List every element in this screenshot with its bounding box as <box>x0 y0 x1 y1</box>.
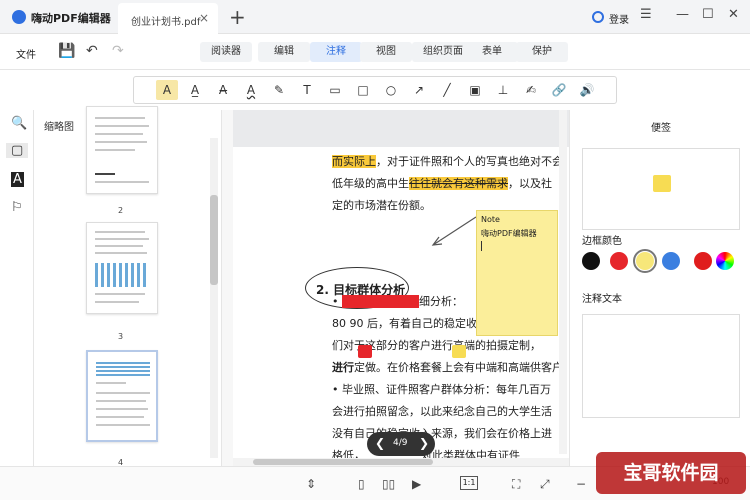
double-page-icon[interactable]: ▯▯ <box>382 477 395 491</box>
color-picker-icon[interactable] <box>716 252 734 270</box>
text-icon[interactable]: A <box>11 172 24 187</box>
new-tab-icon[interactable]: + <box>229 5 246 29</box>
document-tab-label: 创业计划书.pdf <box>131 17 201 28</box>
doc-line: • 婚纱照客户群体细分析： <box>332 295 463 308</box>
text-cursor <box>481 241 482 251</box>
note-marker-icon[interactable] <box>452 345 466 358</box>
panel-title: 便签 <box>651 123 671 134</box>
tab-form[interactable]: 表单 <box>466 42 518 62</box>
thumbnail-panel: 缩略图 2 3 4 <box>34 106 222 467</box>
sticky-note-popup[interactable]: Note 嗨动PDF编辑器 <box>476 210 558 336</box>
zoom-out-icon[interactable]: − <box>576 477 586 491</box>
document-tab[interactable]: 创业计划书.pdf × <box>118 3 218 34</box>
app-name: 嗨动PDF编辑器 <box>31 12 111 25</box>
doc-line: 80 90 后，有着自己的稳定收入 <box>332 317 488 330</box>
line-tool-icon[interactable]: ╱ <box>436 80 458 100</box>
note-tool-icon[interactable]: ▭ <box>324 80 346 100</box>
color-swatch-custom[interactable] <box>694 252 712 270</box>
tab-organize-pages[interactable]: 组织页面 <box>412 42 474 62</box>
single-page-icon[interactable]: ▯ <box>358 477 365 491</box>
watermark: 宝哥软件园 <box>596 452 746 494</box>
app-logo-icon <box>12 10 26 24</box>
squiggly-tool-icon[interactable]: A <box>240 80 262 100</box>
highlight-tool-icon[interactable]: A <box>156 80 178 100</box>
text-tool-icon[interactable]: T <box>296 80 318 100</box>
title-bar: 嗨动PDF编辑器 创业计划书.pdf × + 登录 ☰ — ☐ ✕ <box>0 0 750 34</box>
color-swatch-yellow[interactable] <box>633 249 657 273</box>
link-tool-icon[interactable]: 🔗 <box>548 80 570 100</box>
doc-line: 没有自己的稳定收入来源，我们会在价格上进 <box>332 427 552 440</box>
undo-icon[interactable]: ↶ <box>86 43 98 59</box>
underline-tool-icon[interactable]: A̲ <box>184 80 206 100</box>
save-icon[interactable]: 💾 <box>58 43 75 59</box>
doc-line: • 毕业照、证件照客户群体分析：每年几百万 <box>332 383 551 396</box>
color-swatch-blue[interactable] <box>662 252 680 270</box>
fullscreen-icon[interactable]: ⤢ <box>540 477 550 492</box>
thumbnail-panel-title: 缩略图 <box>44 122 74 133</box>
strikethrough-tool-icon[interactable]: A̶ <box>212 80 234 100</box>
fit-height-icon[interactable]: ⇕ <box>306 477 316 491</box>
image-tool-icon[interactable]: ▣ <box>464 80 486 100</box>
crop-icon[interactable]: ⛶ <box>512 477 520 492</box>
maximize-icon[interactable]: ☐ <box>702 7 714 22</box>
document-area: 而实际上，对于证件照和个人的写真也绝对不会 低年级的高中生往往就会有这种需求，以… <box>233 110 569 466</box>
thumbnail-page-2[interactable] <box>86 106 158 194</box>
doc-line: 进行定做。在价格套餐上会有中端和高端供客户 <box>332 361 563 374</box>
annotation-toolbar: A A̲ A̶ A ✎ T ▭ □ ○ ↗ ╱ ▣ ⊥ ✍ 🔗 🔊 <box>133 76 617 104</box>
thumbnail-page-4[interactable] <box>86 350 158 442</box>
next-page-icon[interactable]: ❯ <box>419 436 429 450</box>
tab-edit[interactable]: 编辑 <box>258 42 310 62</box>
menu-icon[interactable]: ☰ <box>640 7 652 22</box>
search-icon[interactable]: 🔍 <box>11 116 27 131</box>
thumbnail-page-3[interactable] <box>86 222 158 314</box>
user-icon[interactable] <box>592 11 604 23</box>
tab-close-icon[interactable]: × <box>199 11 209 25</box>
left-icon-bar: 🔍 ▢ A ⚐ <box>0 110 34 466</box>
actual-size-button[interactable]: 1:1 <box>460 476 478 490</box>
note-title: Note <box>481 215 500 224</box>
minimize-icon[interactable]: — <box>676 7 689 22</box>
note-author: 嗨动PDF编辑器 <box>481 229 537 238</box>
login-button[interactable]: 登录 <box>609 11 629 26</box>
bookmark-icon[interactable]: ⚐ <box>11 200 23 215</box>
thumbnail-icon[interactable]: ▢ <box>6 143 29 158</box>
tab-reader[interactable]: 阅读器 <box>200 42 252 62</box>
tab-protect[interactable]: 保护 <box>516 42 568 62</box>
annotation-text-label: 注释文本 <box>582 294 622 305</box>
tab-annotate[interactable]: 注释 <box>310 42 362 62</box>
pen-tool-icon[interactable]: ✎ <box>268 80 290 100</box>
border-color-label: 边框颜色 <box>582 236 622 247</box>
color-swatch-red[interactable] <box>610 252 628 270</box>
signature-tool-icon[interactable]: ✍ <box>520 80 542 100</box>
file-menu[interactable]: 文件 <box>16 46 36 61</box>
rectangle-tool-icon[interactable]: □ <box>352 80 374 100</box>
thumbnail-scrollbar-thumb[interactable] <box>210 195 218 285</box>
panel-splitter[interactable] <box>222 110 233 466</box>
annotation-text-input[interactable] <box>582 314 740 418</box>
thumbnail-label: 2 <box>118 206 124 215</box>
stamp-tool-icon[interactable]: ⊥ <box>492 80 514 100</box>
note-preview <box>582 148 740 230</box>
redo-icon[interactable]: ↷ <box>112 43 124 59</box>
document-vertical-scrollbar[interactable] <box>559 110 567 454</box>
previous-page-icon[interactable]: ❮ <box>375 436 385 450</box>
doc-line: 会进行拍照留念，以此来纪念自己的大学生活 <box>332 405 552 418</box>
close-icon[interactable]: ✕ <box>728 7 739 22</box>
thumbnail-label: 3 <box>118 332 124 341</box>
note-preview-icon <box>653 175 671 192</box>
color-swatch-black[interactable] <box>582 252 600 270</box>
play-icon[interactable]: ▶ <box>412 477 421 491</box>
page-navigator: ❮ 4/9 ❯ <box>367 432 435 456</box>
page-indicator: 4/9 <box>393 438 408 448</box>
document-page: 而实际上，对于证件照和个人的写真也绝对不会 低年级的高中生往往就会有这种需求，以… <box>233 147 569 466</box>
document-horizontal-scrollbar-thumb[interactable] <box>253 459 433 465</box>
audio-tool-icon[interactable]: 🔊 <box>576 80 598 100</box>
main-toolbar: 文件 💾 ↶ ↷ 阅读器 编辑 注释 视图 组织页面 表单 保护 <box>0 34 750 70</box>
note-marker-icon[interactable] <box>358 345 372 358</box>
properties-panel: 便签 边框颜色 注释文本 <box>569 110 750 466</box>
ellipse-tool-icon[interactable]: ○ <box>380 80 402 100</box>
thumbnail-scrollbar[interactable] <box>210 138 218 458</box>
tab-view[interactable]: 视图 <box>360 42 412 62</box>
arrow-tool-icon[interactable]: ↗ <box>408 80 430 100</box>
